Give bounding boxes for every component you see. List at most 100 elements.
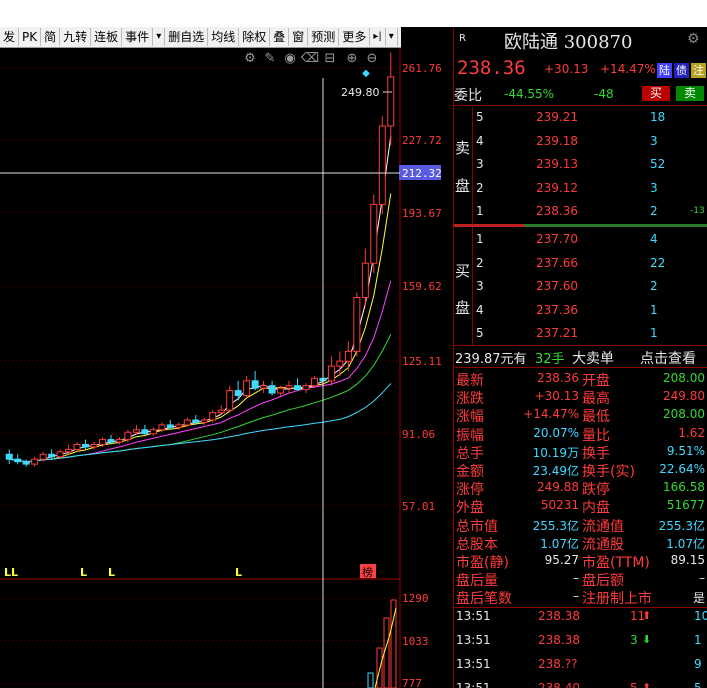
eye-icon[interactable]: ◉ (284, 51, 295, 66)
candle-body[interactable] (361, 262, 369, 298)
candle-body[interactable] (387, 76, 395, 127)
candle-body[interactable] (226, 390, 234, 411)
candle-body[interactable] (14, 458, 22, 463)
candle-body[interactable] (378, 125, 386, 205)
candle-body[interactable] (5, 453, 13, 460)
candle-body[interactable] (124, 431, 132, 441)
r-label: R (459, 33, 466, 44)
candle-body[interactable] (115, 439, 123, 443)
stat-label-right: 换手(实) (582, 464, 635, 480)
toolbar-item-5[interactable]: 事件 (122, 28, 154, 46)
toolbar-item-12[interactable]: 预测 (308, 28, 340, 46)
gear-icon[interactable]: ⚙ (244, 51, 256, 66)
candle-body[interactable] (260, 385, 268, 389)
stat-value-left: – (573, 571, 579, 586)
candle-body[interactable] (285, 385, 293, 389)
lock-icon[interactable]: ⊟ (325, 51, 336, 66)
toolbar-item-13[interactable]: 更多 (339, 28, 371, 46)
candle-body[interactable] (158, 424, 166, 431)
toolbar-item-3[interactable]: 九转 (60, 28, 92, 46)
event-marker[interactable]: L (80, 566, 87, 579)
stat-label-right: 最低 (582, 409, 610, 426)
candle-body[interactable] (192, 419, 200, 423)
zoom-out-icon[interactable]: ⊖ (367, 51, 378, 66)
zoom-in-icon[interactable]: ⊕ (347, 51, 358, 66)
kline-chart[interactable]: 261.76 227.72 212.32 193.67 159.62 125.11 91.0… (0, 48, 453, 688)
event-marker[interactable]: L (235, 566, 242, 579)
sell-button[interactable]: 卖 (676, 86, 704, 101)
toolbar-item-10[interactable]: 叠 (270, 28, 290, 46)
candle-body[interactable] (22, 461, 30, 465)
bid-level: 5 (476, 326, 484, 340)
candle-body[interactable] (294, 385, 301, 391)
tick-count: 5 (694, 681, 702, 688)
candle-body[interactable] (149, 429, 157, 435)
candle-body[interactable] (132, 429, 140, 433)
candle-body[interactable] (234, 390, 242, 397)
toolbar-item-11[interactable]: 窗 (289, 28, 309, 46)
candle-body[interactable] (65, 448, 73, 453)
event-marker[interactable]: LL (4, 566, 18, 579)
candle-body[interactable] (251, 380, 259, 389)
candle-body[interactable] (302, 385, 310, 391)
candle-body[interactable] (56, 451, 64, 458)
stock-tag-0[interactable]: 陆 (657, 63, 672, 78)
candle-body[interactable] (82, 444, 90, 448)
candle-body[interactable] (39, 453, 47, 460)
candle-body[interactable] (310, 377, 318, 387)
stock-tag-2[interactable]: 注 (691, 63, 706, 78)
candle-body[interactable] (209, 412, 217, 421)
price-tick-label: 193.67 (402, 207, 442, 220)
candle-body[interactable] (31, 458, 39, 465)
buy-side-label-top: 买 (455, 262, 471, 280)
candle-body[interactable] (327, 365, 335, 382)
candle-body[interactable] (183, 419, 191, 426)
stat-value-right: 166.58 (663, 480, 705, 495)
bid-volume: 2 (650, 279, 658, 293)
toolbar-item-9[interactable]: 除权 (239, 28, 271, 46)
toolbar-item-7[interactable]: 删自选 (165, 28, 209, 46)
ask-volume: 3 (650, 133, 658, 148)
trash-icon[interactable]: ⌫ (300, 51, 319, 66)
buy-button[interactable]: 买 (642, 86, 670, 101)
candle-body[interactable] (243, 380, 251, 396)
toolbar-item-8[interactable]: 均线 (208, 28, 240, 46)
toolbar-item-2[interactable]: 简 (41, 28, 61, 46)
kline-svg[interactable]: 261.76 227.72 212.32 193.67 159.62 125.11 91.0… (0, 48, 453, 688)
book-split-sell (454, 224, 524, 227)
pen-icon[interactable]: ✎ (265, 51, 276, 66)
toolbar-item-14[interactable]: ▸| (370, 28, 386, 46)
stats-divider (454, 607, 707, 608)
toolbar-item-0[interactable]: 发 (0, 28, 20, 46)
ask-level: 4 (476, 133, 484, 148)
price-tick-label: 261.76 (402, 62, 442, 75)
stat-label-left: 盘后量 (456, 573, 498, 590)
volume-bar (367, 672, 374, 688)
candle-body[interactable] (175, 424, 183, 428)
candle-body[interactable] (73, 444, 81, 450)
candle-body[interactable] (336, 360, 344, 367)
toolbar-item-6[interactable]: ▾ (153, 28, 166, 46)
candle-body[interactable] (277, 387, 285, 394)
candle-body[interactable] (141, 429, 149, 435)
candle-body[interactable] (370, 203, 378, 264)
last-price: 238.36 (457, 57, 526, 79)
candle-body[interactable] (353, 297, 361, 352)
candle-body[interactable] (268, 385, 276, 394)
stat-value-left: 249.88 (537, 480, 579, 495)
candle-body[interactable] (107, 439, 115, 443)
toolbar-item-4[interactable]: 连板 (91, 28, 123, 46)
candle-body[interactable] (344, 350, 352, 362)
event-marker[interactable]: L (108, 566, 115, 579)
stock-tag-1[interactable]: 债 (674, 63, 689, 78)
candle-body[interactable] (166, 424, 174, 428)
toolbar-item-1[interactable]: PK (19, 28, 42, 46)
candle-body[interactable] (48, 453, 56, 458)
toolbar-item-15[interactable]: ▾ (386, 28, 398, 46)
candle-body[interactable] (99, 439, 106, 446)
candle-body[interactable] (200, 419, 208, 423)
candle-body[interactable] (217, 409, 225, 414)
stat-label-right: 盘后额 (582, 573, 624, 590)
bid-level: 2 (476, 255, 484, 270)
candle-body[interactable] (90, 444, 98, 448)
